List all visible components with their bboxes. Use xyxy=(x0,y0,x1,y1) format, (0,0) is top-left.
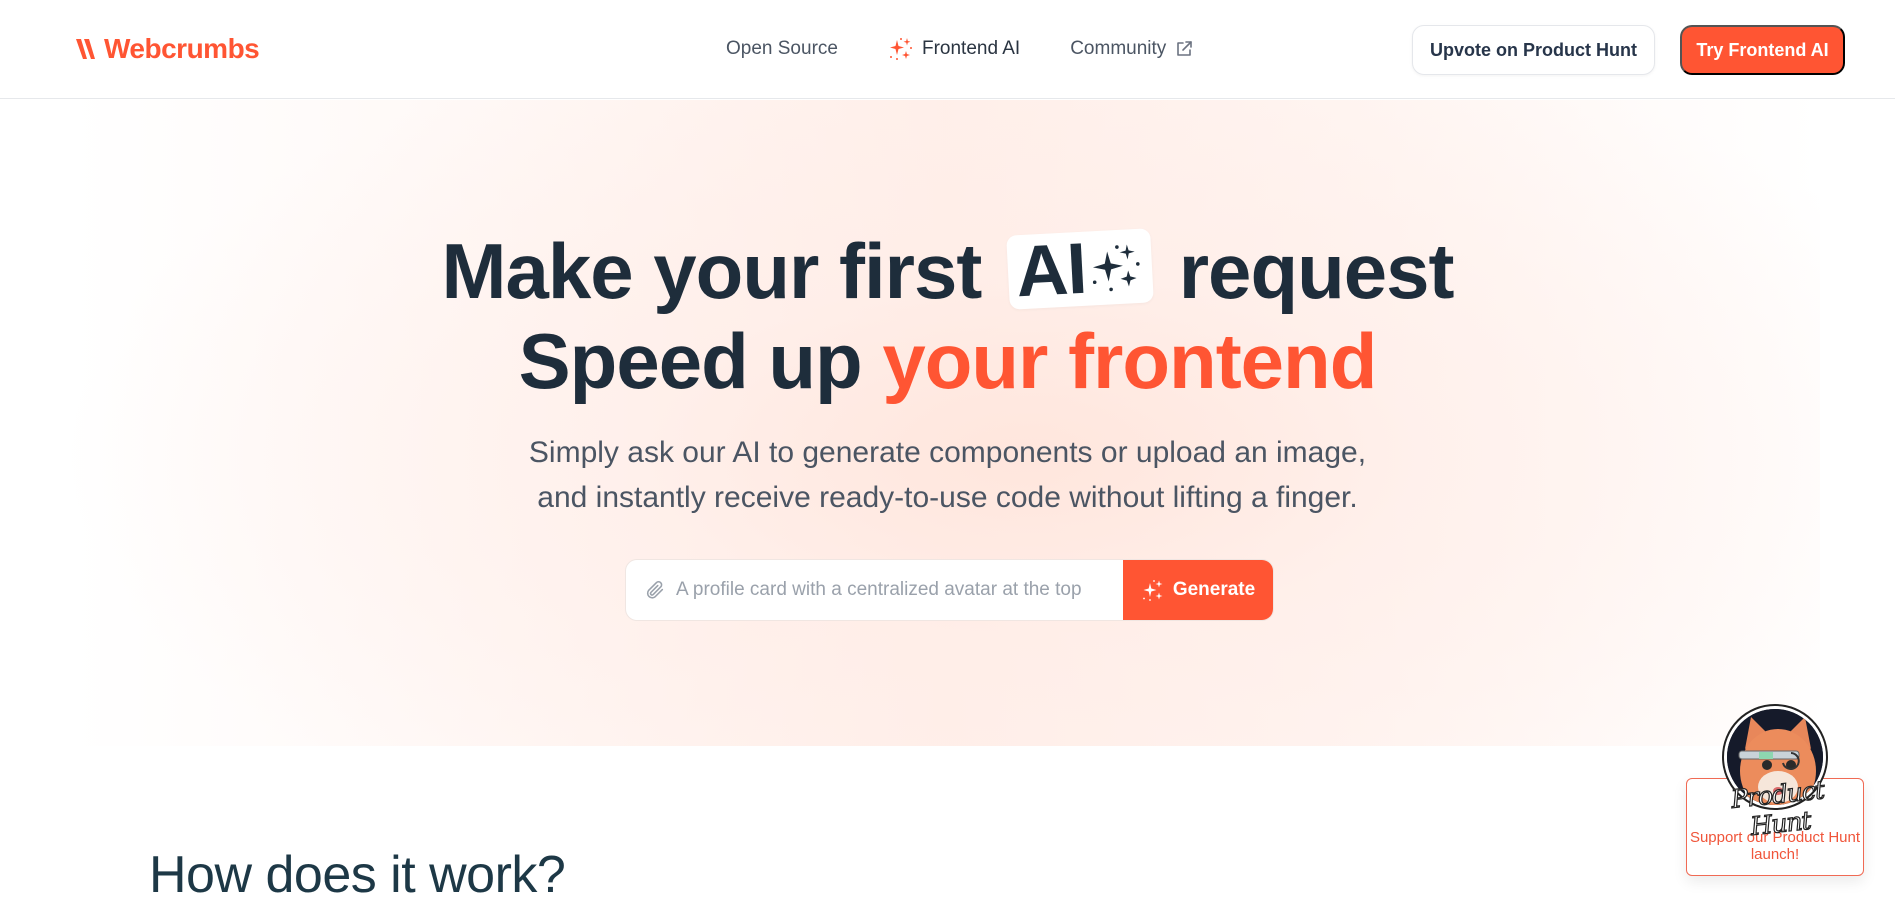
upvote-product-hunt-button[interactable]: Upvote on Product Hunt xyxy=(1412,25,1655,75)
nav-frontend-ai[interactable]: Frontend AI xyxy=(888,36,1020,62)
sparkles-icon xyxy=(889,38,912,60)
main-nav: Open Source Frontend AI Community xyxy=(726,34,1194,64)
headline-text-end: request xyxy=(1178,227,1455,315)
try-frontend-ai-button[interactable]: Try Frontend AI xyxy=(1680,25,1845,75)
nav-open-source[interactable]: Open Source xyxy=(726,38,838,60)
prompt-input-wrap xyxy=(626,560,1123,620)
hero-background xyxy=(70,100,1820,746)
logo-mark-icon xyxy=(76,39,95,59)
hero-headline-line2: Speed up your frontend xyxy=(0,316,1895,406)
section-title-how-it-works: How does it work? xyxy=(149,846,566,903)
hero-headline-line1: Make your first AI request xyxy=(0,226,1895,316)
headline-speed-up: Speed up xyxy=(518,317,863,405)
sparkles-icon xyxy=(1142,580,1163,601)
nav-community[interactable]: Community xyxy=(1070,38,1194,60)
prompt-input[interactable] xyxy=(676,579,1116,601)
hero-subtitle-line1: Simply ask our AI to generate components… xyxy=(528,436,1367,469)
ai-chip: AI xyxy=(1006,228,1154,313)
site-header: Webcrumbs Open Source Frontend AI Commun… xyxy=(0,0,1895,99)
headline-text-start: Make your first xyxy=(441,227,983,315)
external-link-icon xyxy=(1177,41,1193,56)
sparkles-icon xyxy=(1092,244,1140,292)
paperclip-icon[interactable] xyxy=(644,579,666,601)
nav-frontend-ai-label: Frontend AI xyxy=(921,38,1021,59)
logo[interactable]: Webcrumbs xyxy=(74,32,260,66)
nav-open-source-label: Open Source xyxy=(726,38,838,59)
headline-accent: your frontend xyxy=(882,317,1377,405)
ai-chip-text: AI xyxy=(1014,229,1089,313)
generate-button[interactable]: Generate xyxy=(1123,560,1273,620)
hero-subtitle-line2: and instantly receive ready-to-use code … xyxy=(537,481,1358,514)
generate-button-label: Generate xyxy=(1172,579,1256,600)
prompt-bar: Generate xyxy=(625,559,1274,621)
nav-community-label: Community xyxy=(1070,38,1167,59)
logo-text: Webcrumbs xyxy=(104,33,260,64)
